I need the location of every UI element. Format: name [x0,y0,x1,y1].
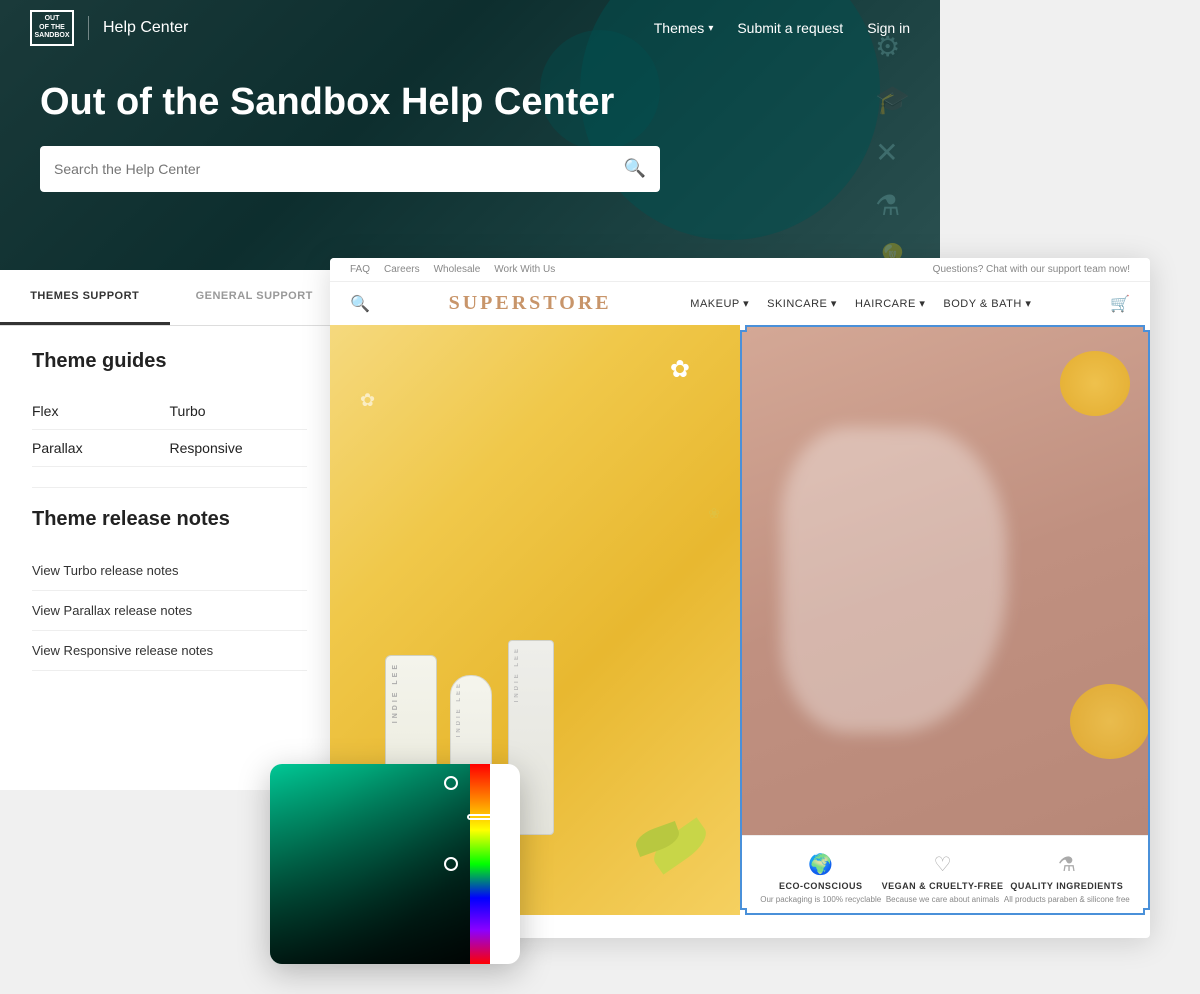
search-bar: 🔍 [40,146,660,192]
vegan-label: VEGAN & CRUELTY-FREE [882,881,1004,891]
color-gradient-overlay [270,764,470,964]
section-divider [32,487,307,488]
vegan-icon: ♡ [934,852,952,877]
quality-label: QUALITY INGREDIENTS [1010,881,1123,891]
eco-label: ECO-CONSCIOUS [779,881,863,891]
search-button[interactable]: 🔍 [624,158,646,179]
left-panel: Themes Support General Support Theme gui… [0,270,340,790]
feature-vegan: ♡ VEGAN & CRUELTY-FREE Because we care a… [882,852,1004,899]
feature-quality: ⚗ QUALITY INGREDIENTS All products parab… [1004,852,1130,899]
release-link-parallax[interactable]: View Parallax release notes [32,591,307,631]
release-link-turbo[interactable]: View Turbo release notes [32,551,307,591]
ss-topbar: FAQ Careers Wholesale Work With Us Quest… [330,258,1150,282]
themes-label: Themes [654,20,705,36]
ss-link-work[interactable]: Work With Us [494,264,555,275]
color-thumb-mid[interactable] [444,857,458,871]
chevron-down-icon: ▾ [708,23,713,34]
ss-search-icon: 🔍 [350,294,370,314]
nav-themes-link[interactable]: Themes ▾ [654,20,714,36]
quality-icon: ⚗ [1058,852,1076,877]
face-skin [740,325,1150,835]
eco-desc: Our packaging is 100% recyclable [760,895,881,904]
logo-box: OUTOF THESANDBOX [30,10,74,46]
theme-link-turbo[interactable]: Turbo [170,393,308,430]
tabs: Themes Support General Support [0,270,339,326]
ss-logo: SUPERSTORE [449,292,612,315]
hero-title: Out of the Sandbox Help Center [40,80,660,126]
sponge-bottom [1070,684,1150,759]
sponge-top [1060,351,1130,416]
color-gradient-area[interactable] [270,764,470,964]
slider-thumb[interactable] [467,814,493,820]
flower-deco-2: ✿ [360,390,375,411]
face-mask [781,427,1007,733]
ss-nav-haircare[interactable]: HAIRCARE ▾ [855,297,925,310]
ss-nav-makeup[interactable]: MAKEUP ▾ [690,297,749,310]
navbar-right: Themes ▾ Submit a request Sign in [654,20,910,36]
logo-text: OUTOF THESANDBOX [34,15,69,40]
release-link-responsive[interactable]: View Responsive release notes [32,631,307,671]
ss-nav-skincare[interactable]: SKINCARE ▾ [767,297,837,310]
vegan-desc: Because we care about animals [886,895,999,904]
theme-link-flex[interactable]: Flex [32,393,170,430]
nav-signin-link[interactable]: Sign in [867,20,910,36]
theme-grid: Flex Turbo Parallax Responsive [32,393,307,467]
ss-link-wholesale[interactable]: Wholesale [434,264,481,275]
nav-submit-link[interactable]: Submit a request [737,20,843,36]
hero-section: Out of the Sandbox Help Center 🔍 [40,80,660,192]
color-hue-slider[interactable] [470,764,490,964]
general-support-label: General Support [196,290,313,302]
color-picker[interactable] [270,764,520,964]
flower-deco-3: ❀ [708,505,720,522]
ss-support-text: Questions? Chat with our support team no… [933,264,1130,275]
theme-link-responsive[interactable]: Responsive [170,430,308,467]
quality-desc: All products paraben & silicone free [1004,895,1130,904]
navbar-left: OUTOF THESANDBOX Help Center [30,10,188,46]
panel-content: Theme guides Flex Turbo Parallax Respons… [0,326,339,695]
tab-themes-support[interactable]: Themes Support [0,270,170,325]
eco-icon: 🌍 [808,852,833,877]
themes-support-label: Themes Support [30,290,139,302]
bottle-1-label: INDIE LEE [386,656,405,729]
ss-link-faq[interactable]: FAQ [350,264,370,275]
search-input[interactable] [54,161,614,177]
release-notes-heading: Theme release notes [32,508,307,531]
color-thumb-top[interactable] [444,776,458,790]
feature-eco: 🌍 ECO-CONSCIOUS Our packaging is 100% re… [760,852,881,899]
theme-guides-heading: Theme guides [32,350,307,373]
bottle-3-label: INDIE LEE [509,641,525,707]
tab-general-support[interactable]: General Support [170,270,340,325]
ss-face-image: 🌍 ECO-CONSCIOUS Our packaging is 100% re… [740,325,1150,915]
ss-nav-bodybath[interactable]: BODY & BATH ▾ [943,297,1031,310]
ss-cart-icon: 🛒 [1110,294,1130,314]
theme-link-parallax[interactable]: Parallax [32,430,170,467]
bottle-2-label: INDIE LEE [451,676,467,742]
flower-deco-1: ✿ [670,355,690,384]
ss-topbar-links: FAQ Careers Wholesale Work With Us [350,264,555,275]
navbar-divider [88,16,89,40]
ss-navbar: 🔍 SUPERSTORE MAKEUP ▾ SKINCARE ▾ HAIRCAR… [330,282,1150,325]
navbar-title: Help Center [103,19,188,37]
ss-features: 🌍 ECO-CONSCIOUS Our packaging is 100% re… [740,835,1150,915]
ss-nav-links: MAKEUP ▾ SKINCARE ▾ HAIRCARE ▾ BODY & BA… [690,297,1031,310]
ss-link-careers[interactable]: Careers [384,264,420,275]
navbar: OUTOF THESANDBOX Help Center Themes ▾ Su… [0,0,940,56]
